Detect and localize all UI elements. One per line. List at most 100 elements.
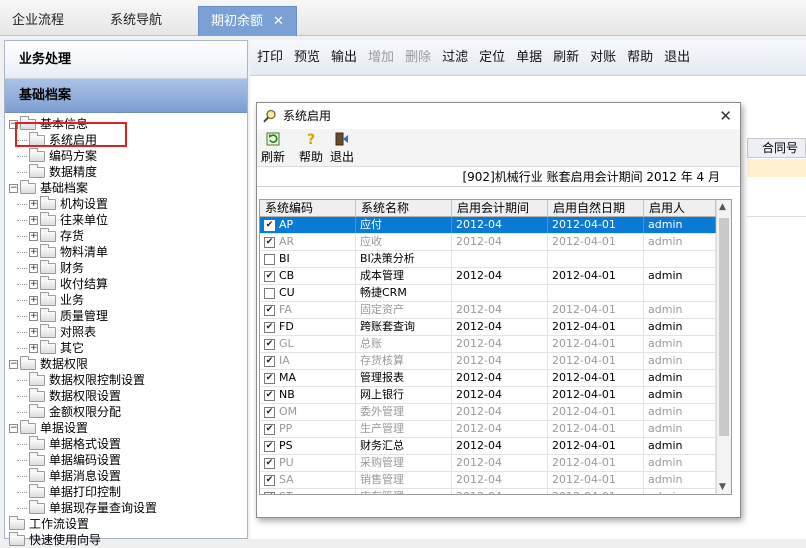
tree-node[interactable]: + 其它 <box>5 340 247 356</box>
table-row[interactable]: ✔ ST 库存管理2012-042012-04-01admin <box>260 489 731 494</box>
toolbar-button[interactable]: 删除 <box>402 46 434 70</box>
expand-icon[interactable]: + <box>29 344 38 353</box>
checkbox-checked[interactable]: ✔ <box>264 321 275 333</box>
checkbox-unchecked[interactable] <box>264 253 275 265</box>
cell-system-code[interactable]: ✔ PP <box>260 421 356 437</box>
expand-icon[interactable]: + <box>29 280 38 289</box>
expand-icon[interactable]: + <box>29 200 38 209</box>
checkbox-checked[interactable]: ✔ <box>264 389 275 401</box>
table-row[interactable]: ✔ OM 委外管理 2012-04 2012-04-01 admin <box>260 404 731 421</box>
cell-system-code[interactable]: ✔ FD <box>260 319 356 335</box>
tree-node[interactable]: + 物料清单 <box>5 244 247 260</box>
toolbar-button[interactable]: 退出 <box>661 46 693 70</box>
table-row[interactable]: ✔ NB 网上银行 2012-04 2012-04-01 admin <box>260 387 731 404</box>
collapse-icon[interactable]: − <box>9 360 18 369</box>
expand-icon[interactable]: + <box>29 232 38 241</box>
toolbar-button[interactable]: 打印 <box>254 46 286 70</box>
checkbox-checked[interactable]: ✔ <box>264 304 275 316</box>
table-row[interactable]: ✔ PP 生产管理 2012-04 2012-04-01 admin <box>260 421 731 438</box>
toolbar-button[interactable]: 增加 <box>365 46 397 70</box>
tab-enterprise-flow[interactable]: 企业流程 <box>0 6 76 36</box>
cell-system-code[interactable]: ✔ OM <box>260 404 356 420</box>
checkbox-checked[interactable]: ✔ <box>264 338 275 350</box>
toolbar-button[interactable]: 帮助 <box>624 46 656 70</box>
expand-icon[interactable]: + <box>29 312 38 321</box>
column-header-enable-period[interactable]: 启用会计期间 <box>452 200 548 216</box>
tree-node[interactable]: + 存货 <box>5 228 247 244</box>
help-button[interactable]: ? 帮助 <box>299 131 323 165</box>
toolbar-button[interactable]: 预览 <box>291 46 323 70</box>
checkbox-checked[interactable]: ✔ <box>264 457 275 469</box>
table-row[interactable]: CU 畅捷CRM <box>260 285 731 302</box>
cell-system-code[interactable]: ✔ AR <box>260 234 356 250</box>
tree-node[interactable]: + 财务 <box>5 260 247 276</box>
expand-icon[interactable]: + <box>29 264 38 273</box>
checkbox-checked[interactable]: ✔ <box>264 423 275 435</box>
vertical-scrollbar[interactable]: ▲ ▼ <box>716 200 731 494</box>
table-row[interactable]: ✔ AR 应收 2012-04 2012-04-01 admin <box>260 234 731 251</box>
table-row[interactable]: ✔ AP 应付 2012-04 2012-04-01 admin <box>260 217 731 234</box>
cell-system-code[interactable]: ✔ MA <box>260 370 356 386</box>
table-row[interactable]: ✔ PU 采购管理 2012-04 2012-04-01 admin <box>260 455 731 472</box>
tree-node[interactable]: − 单据设置 <box>5 420 247 436</box>
panel-header-business[interactable]: 业务处理 <box>5 41 247 79</box>
cell-system-code[interactable]: ✔ PU <box>260 455 356 471</box>
tree-node[interactable]: 数据精度 <box>5 164 247 180</box>
table-row[interactable]: ✔ PS 财务汇总 2012-04 2012-04-01 admin <box>260 438 731 455</box>
table-row[interactable]: BI BI决策分析 <box>260 251 731 268</box>
cell-system-code[interactable]: ✔ CB <box>260 268 356 284</box>
tree-node[interactable]: 单据现存量查询设置 <box>5 500 247 516</box>
exit-button[interactable]: 退出 <box>330 131 354 165</box>
tree-node[interactable]: + 往来单位 <box>5 212 247 228</box>
tree-node[interactable]: 快速使用向导 <box>5 532 247 548</box>
expand-icon[interactable]: + <box>29 216 38 225</box>
tree-node[interactable]: 单据打印控制 <box>5 484 247 500</box>
scroll-up-icon[interactable]: ▲ <box>719 202 726 212</box>
column-header-enabled-by[interactable]: 启用人 <box>644 200 716 216</box>
cell-system-code[interactable]: ✔ GL <box>260 336 356 352</box>
cell-system-code[interactable]: ✔ ST <box>260 489 356 494</box>
table-row[interactable]: ✔ FA 固定资产 2012-04 2012-04-01 admin <box>260 302 731 319</box>
tree-node[interactable]: + 业务 <box>5 292 247 308</box>
tree-node[interactable]: + 收付结算 <box>5 276 247 292</box>
scroll-down-icon[interactable]: ▼ <box>719 482 726 492</box>
cell-system-code[interactable]: ✔ AP <box>260 217 356 233</box>
expand-icon[interactable]: + <box>29 248 38 257</box>
toolbar-button[interactable]: 对账 <box>587 46 619 70</box>
checkbox-checked[interactable]: ✔ <box>264 474 275 486</box>
tree-node[interactable]: 数据权限设置 <box>5 388 247 404</box>
tree-node[interactable]: + 对照表 <box>5 324 247 340</box>
tree-node[interactable]: + 质量管理 <box>5 308 247 324</box>
column-header-enable-date[interactable]: 启用自然日期 <box>548 200 644 216</box>
cell-system-code[interactable]: BI <box>260 251 356 267</box>
tree-node[interactable]: 单据编码设置 <box>5 452 247 468</box>
tree-node[interactable]: 单据格式设置 <box>5 436 247 452</box>
panel-section-basic-archive[interactable]: 基础档案 <box>5 79 247 113</box>
tab-opening-balance[interactable]: 期初余额 ✕ <box>198 6 297 36</box>
checkbox-checked[interactable]: ✔ <box>264 236 275 248</box>
table-row[interactable]: ✔ FD 跨账套查询 2012-04 2012-04-01 admin <box>260 319 731 336</box>
table-row[interactable]: ✔ MA 管理报表 2012-04 2012-04-01 admin <box>260 370 731 387</box>
toolbar-button[interactable]: 刷新 <box>550 46 582 70</box>
table-row[interactable]: ✔ GL 总账 2012-04 2012-04-01 admin <box>260 336 731 353</box>
tree-node[interactable]: − 基础档案 <box>5 180 247 196</box>
close-icon[interactable]: ✕ <box>719 103 732 129</box>
checkbox-unchecked[interactable] <box>264 287 275 299</box>
checkbox-checked[interactable]: ✔ <box>264 440 275 452</box>
tree-node[interactable]: 工作流设置 <box>5 516 247 532</box>
collapse-icon[interactable]: − <box>9 184 18 193</box>
refresh-button[interactable]: 刷新 <box>261 131 285 165</box>
column-header-system-name[interactable]: 系统名称 <box>356 200 452 216</box>
toolbar-button[interactable]: 单据 <box>513 46 545 70</box>
collapse-icon[interactable]: − <box>9 424 18 433</box>
tree-node[interactable]: 数据权限控制设置 <box>5 372 247 388</box>
toolbar-button[interactable]: 输出 <box>328 46 360 70</box>
expand-icon[interactable]: + <box>29 296 38 305</box>
tree-node[interactable]: + 机构设置 <box>5 196 247 212</box>
close-icon[interactable]: ✕ <box>273 7 284 37</box>
scrollbar-thumb[interactable] <box>719 218 729 436</box>
column-header-system-code[interactable]: 系统编码 <box>260 200 356 216</box>
cell-system-code[interactable]: CU <box>260 285 356 301</box>
tree-node[interactable]: 单据消息设置 <box>5 468 247 484</box>
cell-system-code[interactable]: ✔ IA <box>260 353 356 369</box>
